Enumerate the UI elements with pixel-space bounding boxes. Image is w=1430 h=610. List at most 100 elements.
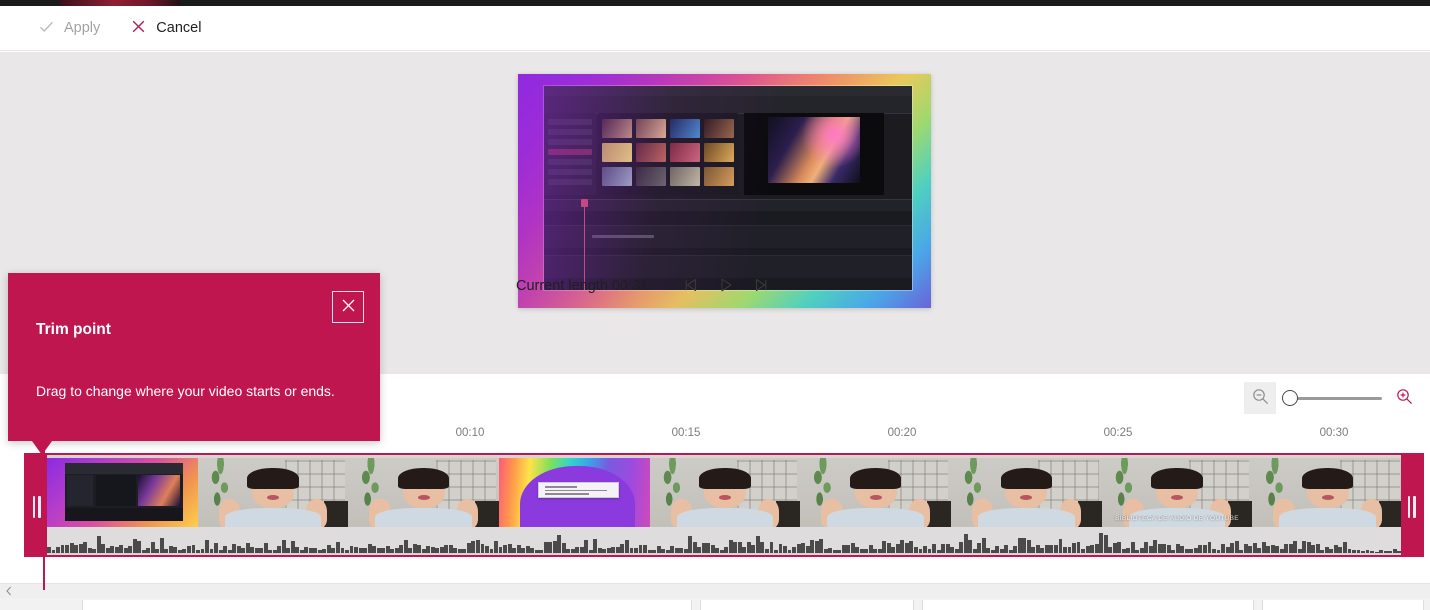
filmstrip-thumbnail [800,457,952,530]
waveform-bar [214,542,218,553]
video-clip-track[interactable]: BIBLIOTECA DE AUDIO DE YOUTUBE [24,453,1424,557]
waveform-bar [430,546,435,553]
zoom-slider[interactable] [1282,382,1382,414]
waveform-bar [354,547,358,553]
waveform-bar [1044,545,1049,553]
zoom-out-icon [1251,387,1270,409]
waveform-bar [462,548,467,553]
grip-line [32,496,35,518]
waveform-bar [1067,547,1072,553]
check-icon [38,18,55,39]
cancel-button[interactable]: Cancel [120,11,211,45]
waveform-bar [1171,549,1176,553]
trim-end-handle[interactable] [1401,455,1422,555]
waveform-bar [290,540,295,553]
thumbnail-watermark: BIBLIOTECA DE AUDIO DE YOUTUBE [1115,514,1239,522]
waveform-bar [155,548,160,553]
waveform-bar [895,544,900,553]
waveform-bar [494,540,498,553]
waveform-bar [1117,542,1122,553]
waveform-bar [403,539,408,553]
waveform-bar [1320,550,1325,553]
waveform-bar [1053,545,1058,553]
waveform-bar [1076,541,1081,553]
waveform-bar [638,544,643,553]
waveform-bar [1212,549,1216,553]
zoom-in-button[interactable] [1388,382,1420,414]
waveform-bar [503,545,507,553]
waveform-bar [570,549,575,553]
thumbnail-slide-art [499,457,650,530]
waveform-bar [1180,545,1185,553]
waveform-bar [119,544,124,553]
horizontal-scrollbar[interactable] [0,583,1430,598]
waveform-bar [123,547,128,553]
waveform-bar [331,548,336,553]
waveform-bar [629,547,634,553]
thumbnail-person-art [197,457,349,530]
waveform-bar [51,550,56,553]
apply-button[interactable]: Apply [28,11,110,45]
previous-frame-button[interactable] [676,271,708,301]
next-frame-button[interactable] [744,271,776,301]
waveform-bar [259,547,264,553]
video-editor-trim-screen: Apply Cancel Current length 00:31 00:10 … [0,0,1430,610]
preview-playhead-handle [581,199,588,207]
thumbnail-editor-art [47,457,198,530]
grip-line [38,496,41,518]
waveform-bar [1139,547,1144,553]
waveform-bar [114,546,119,553]
waveform-bar [349,546,354,553]
close-x-icon [341,298,356,316]
waveform-bar [1081,548,1085,553]
waveform-bar [448,545,453,553]
waveform-bar [1216,550,1221,553]
waveform-bar [1166,545,1171,553]
waveform-bar [986,547,991,553]
waveform-bar [376,547,381,553]
waveform-bar [263,543,268,553]
waveform-bar [805,545,810,553]
waveform-bar [918,549,923,553]
waveform-bar [755,535,760,553]
waveform-bar [322,548,327,553]
waveform-bar [561,543,566,553]
callout-title: Trim point [36,321,111,338]
waveform-bar [399,545,404,553]
waveform-bar [87,548,92,553]
waveform-bar [1356,549,1361,553]
waveform-bar [1112,543,1117,553]
waveform-bar [485,546,489,553]
waveform-bar [299,549,304,553]
waveform-bar [250,546,255,553]
waveform-bar [1230,542,1235,553]
command-bar: Apply Cancel [0,6,1430,51]
zoom-slider-thumb[interactable] [1282,390,1298,406]
waveform-bar [168,545,173,553]
waveform-bar [737,542,742,553]
waveform-bar [625,539,629,553]
waveform-bar [543,542,548,553]
waveform-bar [512,548,517,553]
waveform-bar [56,546,60,553]
waveform-bar [914,546,918,553]
waveform-bar [295,546,300,553]
waveform-bar [1252,542,1257,553]
waveform-bar [146,548,151,553]
zoom-out-button[interactable] [1244,382,1276,414]
current-length-label: Current length 00:31 [516,277,649,294]
waveform-bar [584,540,589,553]
waveform-bar [1017,538,1022,553]
waveform-bar [972,549,977,553]
play-button[interactable] [710,271,742,301]
waveform-bar [105,547,110,553]
chevron-left-icon[interactable] [2,584,16,598]
waveform-bar [390,548,395,553]
waveform-bar [588,549,593,553]
waveform-bar [128,546,133,553]
next-frame-icon [751,276,769,297]
callout-close-button[interactable] [332,291,364,323]
waveform-bar [110,546,115,553]
waveform-bar [530,547,535,553]
waveform-bar [823,549,828,553]
